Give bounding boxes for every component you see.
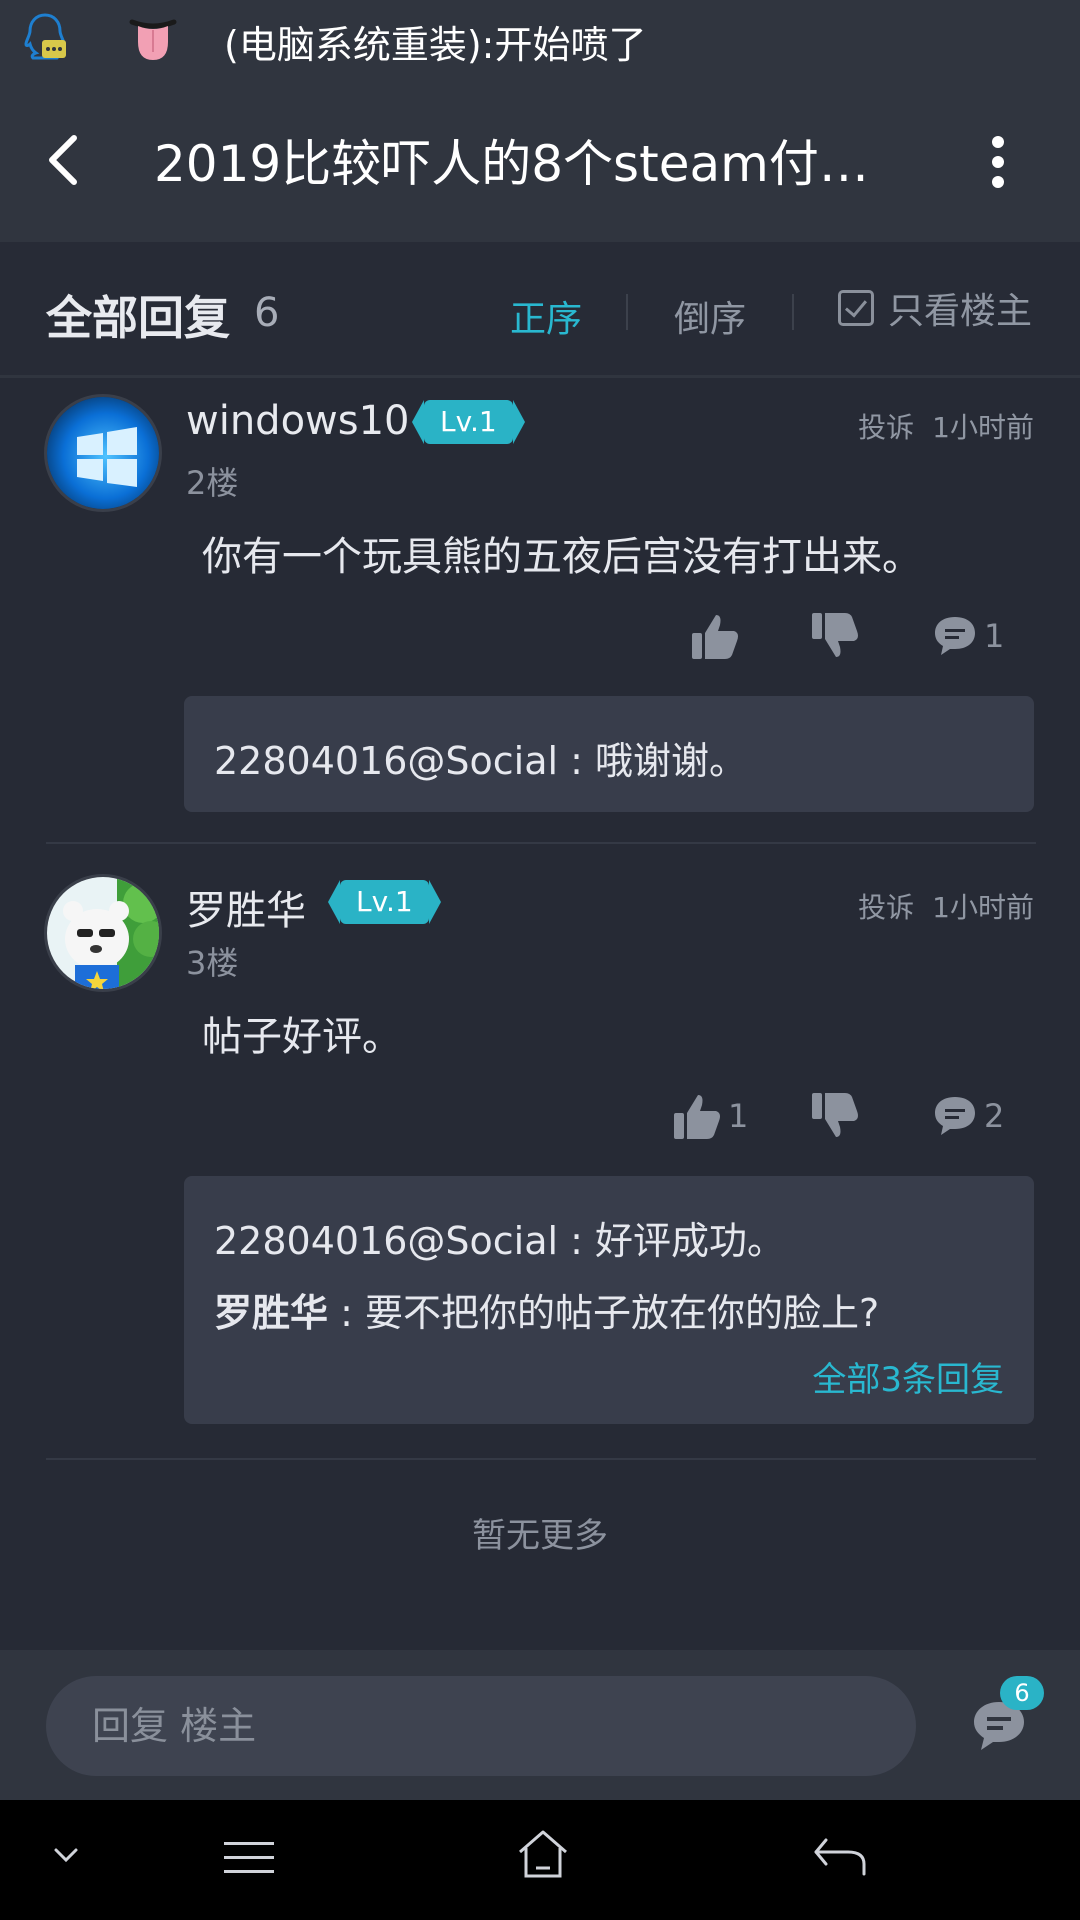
qq-icon <box>24 13 66 60</box>
sub-reply: 22804016@Social : 哦谢谢。 <box>214 730 747 785</box>
like-count: 1 <box>728 1097 749 1135</box>
comment-time: 1小时前 <box>932 891 1034 924</box>
dislike-button[interactable] <box>810 608 860 664</box>
system-nav-bar <box>0 1800 1080 1920</box>
thumbs-up-icon <box>674 1095 720 1139</box>
page: (电脑系统重装):开始喷了 2019比较吓人的8个steam付… 全部回复 6 … <box>0 0 1080 1920</box>
reply-count: 2 <box>984 1097 1005 1135</box>
reply-button[interactable]: 2 <box>932 1088 1004 1144</box>
reply-bar: 回复 楼主 6 <box>0 1650 1080 1800</box>
level-badge: Lv.1 <box>412 400 525 444</box>
sub-reply-text: 好评成功。 <box>595 1219 786 1263</box>
no-more-text: 暂无更多 <box>472 1516 608 1556</box>
sub-reply-user[interactable]: 罗胜华 <box>214 1291 328 1335</box>
tongue-emoji-icon <box>129 19 177 60</box>
notification-bar[interactable]: (电脑系统重装):开始喷了 <box>0 0 1080 80</box>
only-op-label: 只看楼主 <box>888 291 1033 332</box>
comment-bubble-icon <box>935 617 975 655</box>
sub-reply-separator: : <box>558 739 596 783</box>
sort-descending-button[interactable]: 倒序 <box>674 290 746 342</box>
comment-content: 帖子好评。 <box>202 1014 402 1060</box>
report-link[interactable]: 投诉 <box>858 411 914 444</box>
view-all-replies-link[interactable]: 全部3条回复 <box>812 1352 1004 1401</box>
more-vertical-icon[interactable] <box>978 132 1018 192</box>
sub-reply-separator: : <box>328 1291 365 1335</box>
chevron-down-icon[interactable] <box>52 1846 80 1866</box>
comment-content: 你有一个玩具熊的五夜后宫没有打出来。 <box>202 534 922 580</box>
sub-reply: 22804016@Social : 好评成功。 <box>214 1210 785 1265</box>
thumbs-down-icon <box>812 613 858 657</box>
comment-username[interactable]: windows10 <box>186 398 410 444</box>
thumbs-up-icon <box>692 615 738 659</box>
reply-header: 全部回复 6 正序 倒序 只看楼主 <box>0 242 1080 378</box>
divider <box>46 1458 1036 1460</box>
floor-number: 2楼 <box>186 464 239 502</box>
comment-count-badge: 6 <box>1000 1676 1044 1710</box>
sort-ascending-button[interactable]: 正序 <box>510 290 582 342</box>
comment-bubble-icon <box>935 1097 975 1135</box>
divider <box>792 294 794 330</box>
dislike-button[interactable] <box>810 1088 860 1144</box>
sub-reply-user[interactable]: 22804016@Social <box>214 739 558 783</box>
checkbox-icon[interactable] <box>838 290 874 326</box>
sub-reply-text: 哦谢谢。 <box>595 739 748 783</box>
like-button[interactable] <box>690 608 746 664</box>
sub-reply-separator: : <box>558 1219 596 1263</box>
reply-count: 6 <box>254 290 280 336</box>
sub-reply: 罗胜华 : 要不把你的帖子放在你的脸上? <box>214 1282 879 1337</box>
sub-reply-box[interactable]: 22804016@Social : 好评成功。 罗胜华 : 要不把你的帖子放在你… <box>184 1176 1034 1424</box>
level-badge: Lv.1 <box>328 880 441 924</box>
back-arrow-icon[interactable] <box>812 1834 868 1878</box>
menu-icon[interactable] <box>222 1838 276 1878</box>
comment-item: 罗胜华 Lv.1 投诉 1小时前 3楼 帖子好评。 1 2 22804016@S… <box>0 858 1080 1458</box>
top-app-bar: 2019比较吓人的8个steam付… <box>0 80 1080 242</box>
reply-count: 1 <box>984 617 1005 655</box>
like-button[interactable]: 1 <box>672 1088 748 1144</box>
comment-meta: 投诉 1小时前 <box>858 886 1034 926</box>
page-title: 2019比较吓人的8个steam付… <box>154 135 869 193</box>
only-op-toggle[interactable]: 只看楼主 <box>838 286 1032 332</box>
notification-text: (电脑系统重装):开始喷了 <box>224 23 647 67</box>
home-icon[interactable] <box>516 1828 570 1882</box>
avatar[interactable] <box>44 874 162 992</box>
sub-reply-text: 要不把你的帖子放在你的脸上? <box>364 1291 880 1335</box>
divider <box>626 294 628 330</box>
comment-time: 1小时前 <box>932 411 1034 444</box>
floor-number: 3楼 <box>186 944 239 982</box>
thumbs-down-icon <box>812 1093 858 1137</box>
all-replies-title: 全部回复 <box>46 291 230 345</box>
comment-username[interactable]: 罗胜华 <box>186 878 306 936</box>
sub-reply-box[interactable]: 22804016@Social : 哦谢谢。 <box>184 696 1034 812</box>
divider <box>46 842 1036 844</box>
reply-input[interactable]: 回复 楼主 <box>46 1676 916 1776</box>
sub-reply-user[interactable]: 22804016@Social <box>214 1219 558 1263</box>
avatar[interactable] <box>44 394 162 512</box>
comment-item: windows10 Lv.1 投诉 1小时前 2楼 你有一个玩具熊的五夜后宫没有打… <box>0 378 1080 844</box>
report-link[interactable]: 投诉 <box>858 891 914 924</box>
chevron-left-icon[interactable] <box>40 130 90 190</box>
reply-button[interactable]: 1 <box>932 608 1004 664</box>
comment-meta: 投诉 1小时前 <box>858 406 1034 446</box>
